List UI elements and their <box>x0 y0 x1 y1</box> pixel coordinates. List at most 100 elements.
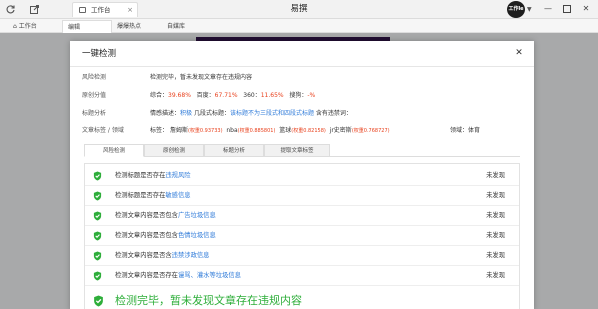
sentiment-value: 积极 <box>180 110 193 117</box>
tag-item: jr史密斯 <box>329 127 352 134</box>
result-row: 检测文章内容是否包含广告垃圾信息 未发现 <box>85 206 519 226</box>
tag-item: 篮球 <box>279 127 292 134</box>
result-link[interactable]: 谩骂、灌水等垃圾信息 <box>178 272 241 279</box>
tag-item: 詹姆斯 <box>169 127 188 134</box>
result-status: 未发现 <box>486 272 505 279</box>
result-link[interactable]: 违禁涉政信息 <box>172 252 210 259</box>
refresh-icon[interactable] <box>5 4 16 15</box>
tab-workbench[interactable]: 工作台 × <box>72 2 138 17</box>
tab-editor[interactable]: 编辑 <box>62 20 112 33</box>
tag-weight: (权重0.82158) <box>291 128 326 134</box>
dialog-header: 一键检测 ✕ <box>70 41 534 67</box>
one-click-check-dialog: 一键检测 ✕ 风险检测 检测完毕，暂未发现文章存在违规内容 原创分值 综合：39… <box>70 41 534 309</box>
tab-title-analysis[interactable]: 标题分析 <box>204 144 264 157</box>
shield-check-icon <box>93 171 102 181</box>
dialog-title: 一键检测 <box>82 49 117 59</box>
result-status: 未发现 <box>486 192 505 199</box>
avatar[interactable]: 工作le <box>507 1 525 18</box>
result-status: 未发现 <box>486 232 505 239</box>
shield-check-icon <box>93 231 102 241</box>
final-result-row: 检测完毕，暂未发现文章存在违规内容 <box>85 288 519 309</box>
tab-hot-topics[interactable]: 爆爆热点 <box>112 20 162 33</box>
s360-label: 360： <box>243 92 261 99</box>
result-row: 检测标题是否存在违规风险 未发现 <box>85 166 519 186</box>
secondary-tabbar: ⌂ 工作台 编辑 爆爆热点 自媒库 <box>0 19 598 33</box>
result-prefix: 检测标题是否存在 <box>115 172 166 179</box>
result-prefix: 检测文章内容是否包含 <box>115 212 178 219</box>
risk-label: 风险检测 <box>82 74 107 81</box>
home-icon <box>79 7 86 13</box>
result-link[interactable]: 广告垃圾信息 <box>178 212 216 219</box>
title-analysis-row: 标题分析 情感描述：积极 几段式标题：该标题不为三段式和四段式标题 含有违禁词： <box>82 108 532 120</box>
tag-item: nba <box>226 127 238 134</box>
sogou-label: 搜狗： <box>289 92 308 99</box>
tag-weight: (权重0.885801) <box>237 128 276 134</box>
result-row: 检测文章内容是否含违禁涉政信息 未发现 <box>85 246 519 266</box>
baidu-score: 67.71% <box>214 92 238 99</box>
tab-original-check[interactable]: 原创检测 <box>144 144 204 157</box>
result-text: 检测文章内容是否包含广告垃圾信息 <box>115 206 216 226</box>
tags-prefix: 标签： <box>150 127 169 134</box>
final-result-text: 检测完毕，暂未发现文章存在违规内容 <box>115 294 302 307</box>
originality-values: 综合：39.68% 百度：67.71% 360：11.65% 搜狗：-% <box>150 90 315 102</box>
shield-check-icon <box>93 271 102 281</box>
domain-value: 领域：体育 <box>450 127 481 134</box>
result-text: 检测标题是否存在敏感信息 <box>115 186 191 206</box>
result-row: 检测文章内容是否包含色情垃圾信息 未发现 <box>85 226 519 246</box>
title-analysis-label: 标题分析 <box>82 110 107 117</box>
risk-results: 检测标题是否存在违规风险 未发现 检测标题是否存在敏感信息 未发现 检测文章内容… <box>84 163 520 309</box>
tab-extract-tags[interactable]: 提取文章标签 <box>264 144 330 157</box>
s360-score: 11.65% <box>260 92 284 99</box>
tags-row: 文章标签 / 领域 标签： 詹姆斯(权重0.93733) nba(权重0.885… <box>82 125 532 137</box>
close-window-icon[interactable]: ✕ <box>580 3 592 15</box>
tags-values: 标签： 詹姆斯(权重0.93733) nba(权重0.885801) 篮球(权重… <box>150 125 390 137</box>
result-link[interactable]: 敏感信息 <box>165 192 190 199</box>
result-prefix: 检测文章内容是否含 <box>115 252 172 259</box>
result-status: 未发现 <box>486 172 505 179</box>
result-text: 检测标题是否存在违规风险 <box>115 166 191 186</box>
tab-home[interactable]: ⌂ 工作台 <box>8 20 56 33</box>
close-tab-icon[interactable]: × <box>127 3 133 17</box>
tab-workbench-label: 工作台 <box>91 6 111 14</box>
tab-media-library[interactable]: 自媒库 <box>162 20 212 33</box>
tag-weight: (权重0.93733) <box>187 128 223 134</box>
overall-label: 综合： <box>150 92 169 99</box>
sogou-score: -% <box>307 92 316 99</box>
result-prefix: 检测标题是否存在 <box>115 192 166 199</box>
chevron-down-icon[interactable]: ▼ <box>527 2 532 17</box>
external-link-icon[interactable] <box>29 4 40 15</box>
shield-check-icon <box>93 191 102 201</box>
result-status: 未发现 <box>486 252 505 259</box>
segment-label: 几段式标题： <box>193 110 230 117</box>
window-titlebar: 工作台 × 易撰 工作le ▼ — ✕ <box>0 0 598 19</box>
overall-score: 39.68% <box>168 92 191 99</box>
result-prefix: 检测文章内容是否包含 <box>115 232 178 239</box>
result-text: 检测文章内容是否存在谩骂、灌水等垃圾信息 <box>115 266 241 286</box>
result-link[interactable]: 色情垃圾信息 <box>178 232 216 239</box>
risk-value: 检测完毕，暂未发现文章存在违规内容 <box>150 74 253 81</box>
tags-label: 文章标签 / 领域 <box>82 127 124 134</box>
originality-row: 原创分值 综合：39.68% 百度：67.71% 360：11.65% 搜狗：-… <box>82 90 532 102</box>
result-link[interactable]: 违规风险 <box>165 172 190 179</box>
result-row: 检测文章内容是否存在谩骂、灌水等垃圾信息 未发现 <box>85 266 519 286</box>
result-prefix: 检测文章内容是否存在 <box>115 272 178 279</box>
tag-weight: (权重0.768727) <box>351 128 390 134</box>
maximize-icon[interactable] <box>561 3 573 15</box>
segment-value: 该标题不为三段式和四段式标题 <box>229 110 314 117</box>
result-row: 检测标题是否存在敏感信息 未发现 <box>85 186 519 206</box>
shield-check-icon <box>93 251 102 261</box>
tab-risk-check[interactable]: 风险检测 <box>84 144 144 157</box>
close-icon[interactable]: ✕ <box>513 47 525 59</box>
check-tabs: 风险检测 原创检测 标题分析 提取文章标签 <box>84 144 520 157</box>
minimize-icon[interactable]: — <box>542 3 554 15</box>
tab-home-label: 工作台 <box>18 23 37 30</box>
risk-row: 风险检测 检测完毕，暂未发现文章存在违规内容 <box>82 72 532 84</box>
sentiment-label: 情感描述： <box>150 110 181 117</box>
result-status: 未发现 <box>486 212 505 219</box>
shield-check-icon <box>94 295 103 307</box>
baidu-label: 百度： <box>196 92 215 99</box>
shield-check-icon <box>93 211 102 221</box>
result-text: 检测文章内容是否含违禁涉政信息 <box>115 246 209 266</box>
title-analysis-values: 情感描述：积极 几段式标题：该标题不为三段式和四段式标题 含有违禁词： <box>150 108 352 120</box>
banned-words-label: 含有违禁词： <box>315 110 352 117</box>
